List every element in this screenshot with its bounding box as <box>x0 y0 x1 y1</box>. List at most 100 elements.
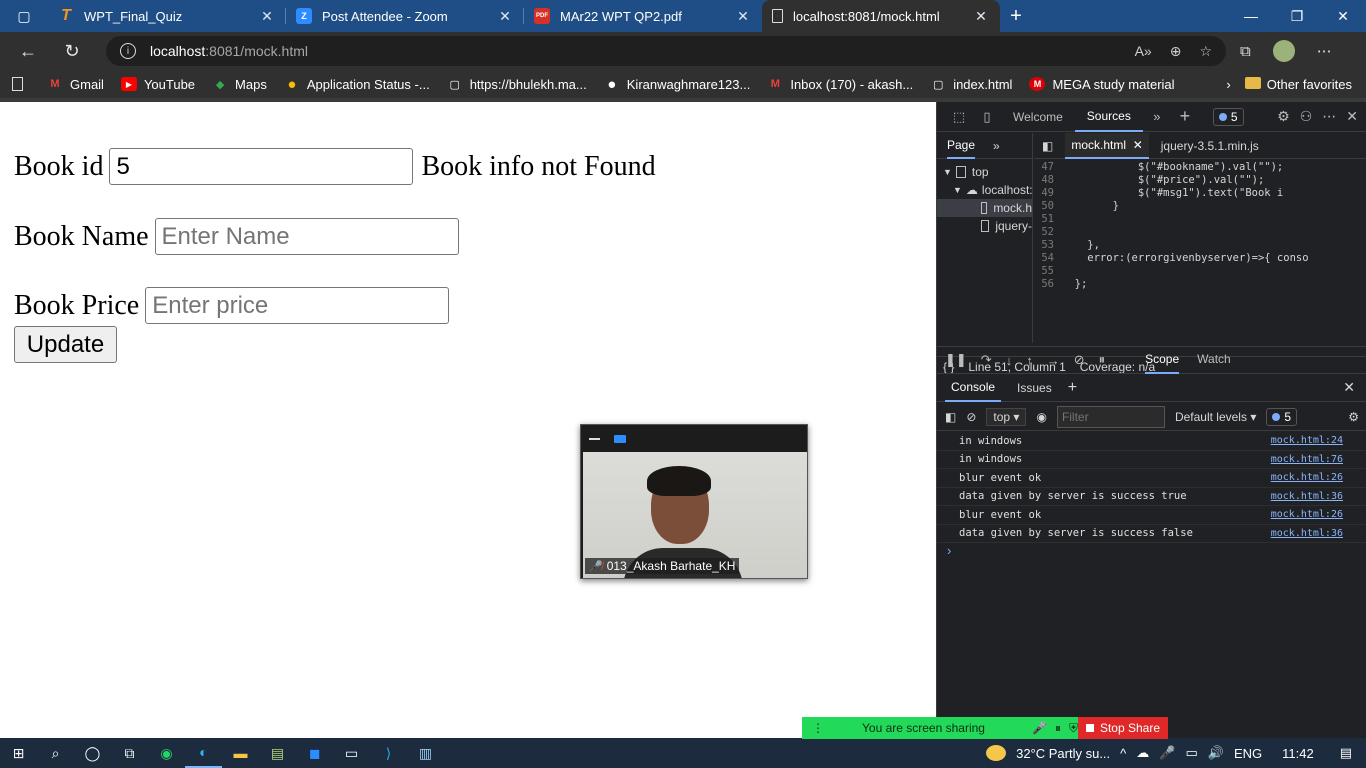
editor-tab-active[interactable]: mock.html ✕ <box>1065 132 1149 159</box>
mic-muted-icon[interactable]: 🎤 <box>1032 721 1047 735</box>
cortana-icon[interactable]: ◯ <box>74 738 111 768</box>
terminal-icon[interactable]: ▭ <box>333 738 370 768</box>
tab-actions-icon[interactable]: ▢ <box>0 0 48 32</box>
step-into-icon[interactable]: ↓ <box>1006 353 1013 368</box>
line-number[interactable]: 49 <box>1034 187 1062 200</box>
book-name-input[interactable] <box>154 218 459 255</box>
tab-welcome[interactable]: Welcome <box>1001 102 1075 132</box>
windows-start-icon[interactable]: ⊞ <box>0 738 37 768</box>
add-tab-icon[interactable]: + <box>1171 106 1199 127</box>
gear-icon[interactable]: ⚙ <box>1348 410 1359 424</box>
language-indicator[interactable]: ENG <box>1234 746 1262 761</box>
browser-tab-active[interactable]: localhost:8081/mock.html ✕ <box>762 0 1000 32</box>
add-favorite-icon[interactable]: ☆ <box>1199 43 1212 60</box>
refresh-button[interactable]: ↻ <box>50 41 94 62</box>
browser-tab[interactable]: T WPT_Final_Quiz ✕ <box>48 0 286 32</box>
bookmark-item[interactable]: ▶ YouTube <box>120 77 195 92</box>
log-source-link[interactable]: mock.html:76 <box>1271 454 1343 465</box>
more-tabs-icon[interactable]: » <box>993 139 1000 153</box>
step-out-icon[interactable]: ↑ <box>1026 353 1033 368</box>
edge-icon[interactable]: ◐ <box>185 738 222 768</box>
issues-badge[interactable]: 5 <box>1266 407 1298 426</box>
tab-scope[interactable]: Scope <box>1145 352 1180 374</box>
line-number[interactable]: 50 <box>1034 200 1062 213</box>
log-source-link[interactable]: mock.html:26 <box>1271 509 1343 520</box>
close-window-icon[interactable]: ✕ <box>1320 0 1366 32</box>
shield-icon[interactable]: ⛨ <box>1069 721 1078 736</box>
tab-close-icon[interactable]: ✕ <box>258 8 276 25</box>
tab-page[interactable]: Page <box>947 133 976 159</box>
minimize-icon[interactable] <box>589 437 600 440</box>
sharing-indicator[interactable]: ⋮ You are screen sharing 🎤 ⏸ ⛨ <box>802 717 1078 739</box>
line-number[interactable]: 52 <box>1034 226 1062 239</box>
minimize-icon[interactable]: — <box>1228 0 1274 32</box>
issues-badge[interactable]: 5 <box>1212 107 1244 126</box>
tree-item[interactable]: ▼ ☁ localhost: <box>937 181 1032 199</box>
eye-icon[interactable]: ◉ <box>1036 410 1046 424</box>
zoom-video-window[interactable]: 🎤̸ 013_Akash Barhate_KH <box>580 424 808 579</box>
tree-item[interactable]: mock.h <box>937 199 1032 217</box>
editor-tab[interactable]: jquery-3.5.1.min.js <box>1161 139 1259 153</box>
vscode-icon[interactable]: ⟩ <box>370 738 407 768</box>
device-icon[interactable]: ▯ <box>973 109 1001 125</box>
bookmark-page-icon[interactable] <box>12 77 30 91</box>
weather-text[interactable]: 32°C Partly su... <box>1016 746 1110 761</box>
sidebar-toggle-icon[interactable]: ◧ <box>945 410 956 424</box>
drag-handle-icon[interactable]: ⋮ <box>812 721 824 735</box>
menu-icon[interactable]: ⋯ <box>1317 42 1332 60</box>
tab-watch[interactable]: Watch <box>1197 352 1231 374</box>
bookmark-item[interactable]: M Gmail <box>47 77 104 92</box>
notepad-icon[interactable]: ▤ <box>259 738 296 768</box>
code-lines[interactable]: 47 $("#bookname").val(""); 48 $("#price")… <box>1034 159 1366 291</box>
read-aloud-icon[interactable]: A» <box>1135 43 1152 60</box>
battery-icon[interactable]: ▭ <box>1185 745 1197 761</box>
site-info-icon[interactable]: i <box>120 43 136 59</box>
new-tab-button[interactable]: + <box>1000 0 1032 32</box>
close-drawer-icon[interactable]: ✕ <box>1343 379 1355 396</box>
log-source-link[interactable]: mock.html:24 <box>1271 435 1343 446</box>
pause-exceptions-icon[interactable]: ⏸ <box>1099 352 1106 368</box>
other-favorites[interactable]: Other favorites <box>1244 76 1352 92</box>
clear-console-icon[interactable]: ⊘ <box>966 410 976 424</box>
log-levels-select[interactable]: Default levels ▾ <box>1175 410 1256 424</box>
log-source-link[interactable]: mock.html:26 <box>1271 472 1343 483</box>
log-source-link[interactable]: mock.html:36 <box>1271 528 1343 539</box>
console-filter-input[interactable] <box>1056 405 1165 428</box>
line-number[interactable]: 47 <box>1034 161 1062 174</box>
clock[interactable]: 11:42 <box>1282 746 1314 761</box>
step-icon[interactable]: → <box>1047 353 1060 368</box>
context-select[interactable]: top ▾ <box>986 407 1027 426</box>
stop-share-button[interactable]: Stop Share <box>1078 717 1168 739</box>
whatsapp-icon[interactable]: ◉ <box>148 738 185 768</box>
pause-icon[interactable]: ❚❚ <box>945 352 967 368</box>
chevron-right-icon[interactable]: › <box>1226 77 1230 92</box>
tab-issues[interactable]: Issues <box>1017 381 1052 395</box>
file-explorer-icon[interactable]: ▬ <box>222 738 259 768</box>
add-tab-icon[interactable]: + <box>1068 379 1077 397</box>
book-id-input[interactable] <box>109 148 414 185</box>
network-icon[interactable]: ☁ <box>1136 745 1149 761</box>
close-icon[interactable]: ✕ <box>1346 108 1358 125</box>
tree-item[interactable]: jquery- <box>937 217 1032 235</box>
avatar[interactable] <box>1272 40 1295 62</box>
close-icon[interactable]: ✕ <box>1133 138 1143 152</box>
tree-item[interactable]: ▼ top <box>937 163 1032 181</box>
tab-console[interactable]: Console <box>945 374 1002 402</box>
tab-close-icon[interactable]: ✕ <box>496 8 514 25</box>
more-tabs-icon[interactable]: » <box>1143 109 1171 124</box>
bookmark-item[interactable]: ◆ Maps <box>212 77 267 92</box>
address-bar[interactable]: i localhost:8081/mock.html A» ⊕ ☆ <box>106 36 1226 66</box>
search-icon[interactable]: ⌕ <box>37 738 74 768</box>
deactivate-breakpoints-icon[interactable]: ⊘ <box>1074 352 1085 368</box>
collections-icon[interactable]: ⧉ <box>1240 43 1251 60</box>
gear-icon[interactable]: ⚙ <box>1277 108 1290 125</box>
back-button[interactable]: ← <box>6 41 50 62</box>
notes-icon[interactable]: ▥ <box>407 738 444 768</box>
bookmark-item[interactable]: M MEGA study material <box>1029 77 1175 92</box>
mic-icon[interactable]: 🎤 <box>1159 745 1175 761</box>
browser-tab[interactable]: Z Post Attendee - Zoom ✕ <box>286 0 524 32</box>
line-number[interactable]: 51 <box>1034 213 1062 226</box>
pause-share-icon[interactable]: ⏸ <box>1055 721 1061 736</box>
view-icon[interactable] <box>614 434 626 443</box>
line-number[interactable]: 55 <box>1034 265 1062 278</box>
